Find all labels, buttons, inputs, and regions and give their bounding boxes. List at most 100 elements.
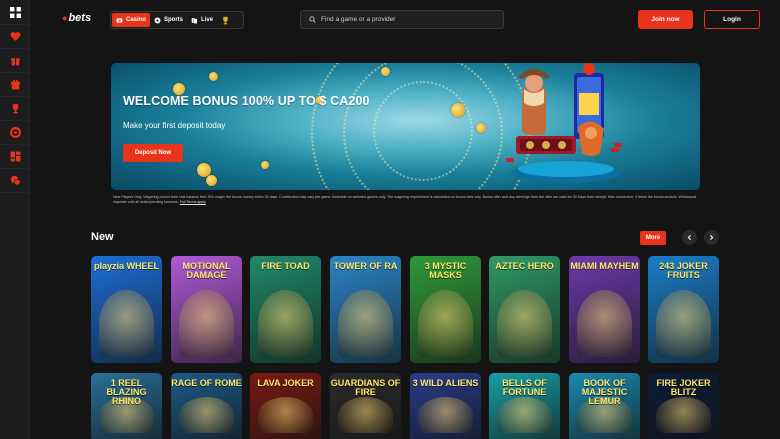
game-tile[interactable]: RAGE OF ROME	[171, 373, 242, 439]
carousel-prev-button[interactable]	[682, 230, 697, 245]
game-tile[interactable]: BOOK OF MAJESTIC LEMUR	[569, 373, 640, 439]
live-cards-icon	[191, 17, 198, 24]
game-title: GUARDIANS OF FIRE	[330, 378, 401, 397]
game-title: 3 MYSTIC MASKS	[424, 261, 467, 280]
lifebuoy-icon	[9, 127, 21, 138]
football-icon	[154, 17, 161, 23]
carousel-next-button[interactable]	[704, 230, 719, 245]
game-artwork	[179, 397, 234, 433]
game-artwork	[497, 397, 552, 433]
left-rail	[0, 0, 30, 439]
rail-promotions[interactable]	[0, 49, 30, 73]
game-tile[interactable]: 243 JOKER FRUITS	[648, 256, 719, 363]
game-tile[interactable]: MOTIONAL DAMAGE	[171, 256, 242, 363]
game-tile[interactable]: 3 MYSTIC MASKS	[410, 256, 481, 363]
game-title: MIAMI MAYHEM	[570, 261, 639, 271]
game-tile[interactable]: FIRE JOKER BLITZ	[648, 373, 719, 439]
tab-sports-label: Sports	[164, 17, 184, 23]
game-tile[interactable]: playzia WHEEL	[91, 256, 162, 363]
game-tile[interactable]: LAVA JOKER	[250, 373, 321, 439]
rail-categories[interactable]	[0, 145, 30, 169]
game-tile[interactable]: FIRE TOAD	[250, 256, 321, 363]
heart-icon	[10, 32, 20, 41]
grid-icon	[9, 6, 21, 18]
tab-live[interactable]: Live	[187, 13, 217, 27]
game-title: 3 WILD ALIENS	[412, 378, 479, 388]
game-tile[interactable]: 1 REEL BLAZING RHINO	[91, 373, 162, 439]
game-title: LAVA JOKER	[257, 378, 314, 388]
promo-terms: New Players Only. Wagering occurs from r…	[113, 195, 701, 205]
game-tile[interactable]: MIAMI MAYHEM	[569, 256, 640, 363]
logo-text: bets	[68, 12, 92, 24]
gift-icon	[10, 58, 20, 66]
promo-banner[interactable]: WELCOME BONUS 100% UP TO $ CA200 Make yo…	[111, 63, 700, 190]
tab-casino[interactable]: Casino	[112, 13, 151, 27]
chat-icon	[10, 175, 21, 186]
coin-graphic	[206, 175, 217, 186]
game-title: MOTIONAL DAMAGE	[182, 261, 231, 280]
product-nav: Casino Sports Live	[110, 11, 244, 29]
game-artwork	[338, 397, 393, 433]
tab-sports[interactable]: Sports	[150, 13, 187, 27]
coin-graphic	[209, 72, 218, 81]
game-title: BOOK OF MAJESTIC LEMUR	[581, 378, 628, 406]
game-tile[interactable]: TOWER OF RA	[330, 256, 401, 363]
game-artwork	[99, 290, 154, 357]
search-icon	[309, 16, 316, 23]
chevron-left-icon	[687, 235, 691, 240]
game-title: AZTEC HERO	[495, 261, 554, 271]
terms-link[interactable]: Full Terms apply	[180, 200, 206, 204]
game-artwork	[497, 290, 552, 357]
game-title: BELLS OF FORTUNE	[502, 378, 547, 397]
coin-graphic	[261, 161, 269, 169]
join-now-button[interactable]: Join now	[638, 10, 693, 29]
rail-chat[interactable]	[0, 169, 30, 193]
game-title: 243 JOKER FRUITS	[659, 261, 708, 280]
game-artwork	[418, 397, 473, 433]
tab-casino-label: Casino	[126, 17, 147, 23]
top-bar: ● bets Casino Sports Live Find a game or…	[30, 0, 780, 38]
brand-logo[interactable]: ● bets	[62, 12, 91, 24]
trophy-icon	[12, 104, 18, 114]
rail-favourites[interactable]	[0, 25, 30, 49]
game-artwork	[656, 290, 711, 357]
search-input[interactable]: Find a game or a provider	[300, 10, 504, 29]
login-button[interactable]: Login	[704, 10, 760, 29]
banner-hero-illustration	[506, 63, 622, 183]
game-tile[interactable]: GUARDIANS OF FIRE	[330, 373, 401, 439]
game-artwork	[179, 290, 234, 357]
banner-decoration	[373, 81, 473, 181]
tab-live-label: Live	[201, 17, 214, 23]
game-title: FIRE TOAD	[261, 261, 310, 271]
game-artwork	[656, 397, 711, 433]
deposit-now-button[interactable]: Deposit Now	[123, 144, 183, 162]
game-title: 1 REEL BLAZING RHINO	[106, 378, 147, 406]
chevron-right-icon	[710, 235, 714, 240]
search-placeholder: Find a game or a provider	[321, 16, 396, 23]
banner-subtitle: Make your first deposit today	[123, 121, 226, 130]
game-title: FIRE JOKER BLITZ	[656, 378, 711, 397]
logo-mark: ●	[62, 13, 68, 23]
game-artwork	[338, 290, 393, 357]
rail-support[interactable]	[0, 121, 30, 145]
game-artwork	[258, 290, 313, 357]
gift-box-icon	[10, 79, 20, 90]
tab-tournaments[interactable]	[217, 13, 234, 27]
game-title: playzia WHEEL	[93, 261, 159, 271]
game-tile[interactable]: 3 WILD ALIENS	[410, 373, 481, 439]
coin-graphic	[381, 67, 390, 76]
game-artwork	[258, 397, 313, 433]
banner-title: WELCOME BONUS 100% UP TO $ CA200	[123, 94, 370, 108]
more-button[interactable]: More	[640, 231, 666, 245]
coin-graphic	[451, 103, 465, 117]
game-tile[interactable]: AZTEC HERO	[489, 256, 560, 363]
game-artwork	[418, 290, 473, 357]
game-title: TOWER OF RA	[333, 261, 398, 271]
coin-graphic	[476, 123, 486, 133]
trophy-icon	[223, 16, 228, 24]
game-tile[interactable]: BELLS OF FORTUNE	[489, 373, 560, 439]
rail-tournaments[interactable]	[0, 97, 30, 121]
rail-menu[interactable]	[0, 0, 30, 25]
rail-bonuses[interactable]	[0, 73, 30, 97]
apps-icon	[10, 151, 20, 162]
